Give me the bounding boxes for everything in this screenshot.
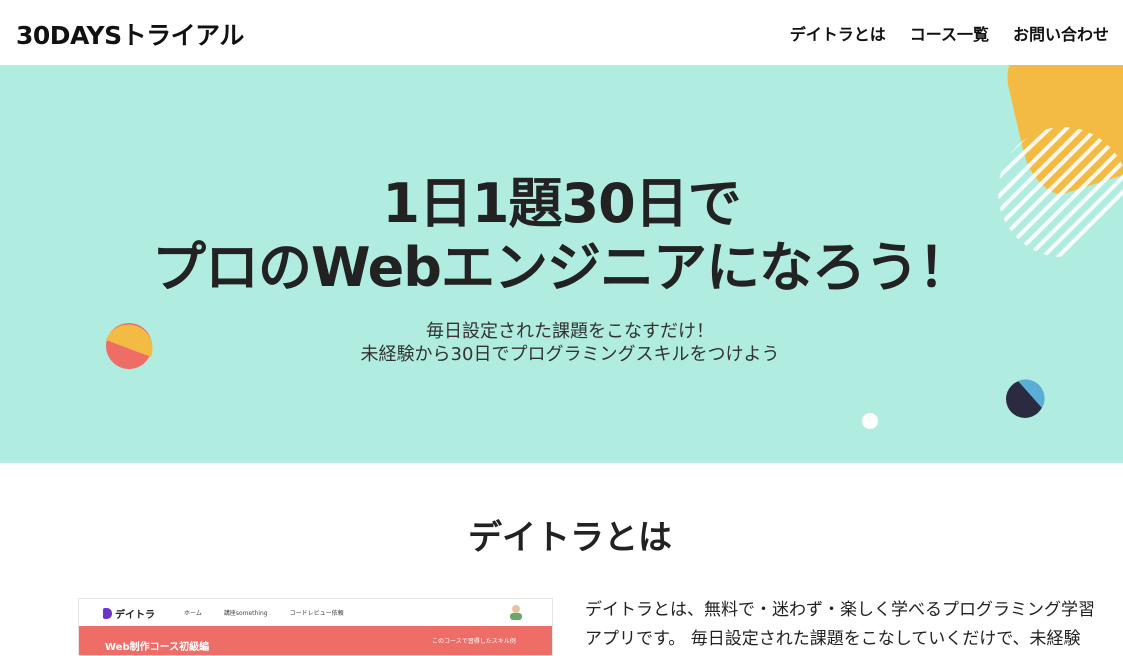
app-screenshot-nav-item: コードレビュー依頼 <box>289 610 344 617</box>
hero-title-line1: 1日1題30日で <box>382 172 741 235</box>
nav-link-contact[interactable]: お問い合わせ <box>1013 21 1109 45</box>
white-dot-decoration <box>862 413 878 429</box>
hero-title-line2: プロのWebエンジニアになろう！ <box>152 236 972 299</box>
hero-section: 1日1題30日で プロのWebエンジニアになろう！ 毎日設定された課題をこなすだ… <box>0 65 1123 463</box>
about-text-line1: デイトラとは、無料で・迷わず・楽しく学べるプログラミング学習 <box>585 600 1095 620</box>
main-nav: デイトラとは コース一覧 お問い合わせ <box>790 21 1109 45</box>
app-screenshot-banner-title: Web制作コース初級編 <box>105 642 210 653</box>
avatar-icon <box>510 605 522 620</box>
app-screenshot-banner-note: このコースで習得したスキル例 <box>432 638 516 645</box>
daytra-logo-icon <box>103 608 112 619</box>
app-screenshot-nav-item: ホーム <box>184 610 202 617</box>
hero-subtitle-line1: 毎日設定された課題をこなすだけ！ <box>426 321 714 342</box>
about-text-line2: アプリです。 毎日設定された課題をこなしていくだけで、未経験 <box>585 629 1081 649</box>
app-screenshot-image: デイトラ ホーム 講座something コードレビュー依頼 Web制作コース初… <box>78 598 553 656</box>
site-logo[interactable]: 30DAYSトライアル <box>16 16 244 52</box>
about-section-title: デイトラとは <box>468 518 672 558</box>
about-description: デイトラとは、無料で・迷わず・楽しく学べるプログラミング学習 アプリです。 毎日… <box>585 596 1123 654</box>
hero-subtitle: 毎日設定された課題をこなすだけ！ 未経験から30日でプログラミングスキルをつけよ… <box>0 320 1123 366</box>
app-screenshot-banner: Web制作コース初級編 このコースで習得したスキル例 <box>79 626 552 655</box>
hero-title: 1日1題30日で プロのWebエンジニアになろう！ <box>0 172 1123 300</box>
site-header: 30DAYSトライアル デイトラとは コース一覧 お問い合わせ <box>0 0 1123 65</box>
app-screenshot-logo-text: デイトラ <box>115 610 155 621</box>
app-screenshot-logo: デイトラ <box>103 606 155 621</box>
nav-link-courses[interactable]: コース一覧 <box>910 21 989 45</box>
app-screenshot-header: デイトラ ホーム 講座something コードレビュー依頼 <box>79 599 552 626</box>
navy-circle-decoration <box>1006 379 1045 418</box>
nav-link-about[interactable]: デイトラとは <box>790 21 886 45</box>
app-screenshot-nav-item: 講座something <box>223 610 268 617</box>
app-screenshot-nav: ホーム 講座something コードレビュー依頼 <box>184 608 344 617</box>
hero-subtitle-line2: 未経験から30日でプログラミングスキルをつけよう <box>360 344 780 365</box>
